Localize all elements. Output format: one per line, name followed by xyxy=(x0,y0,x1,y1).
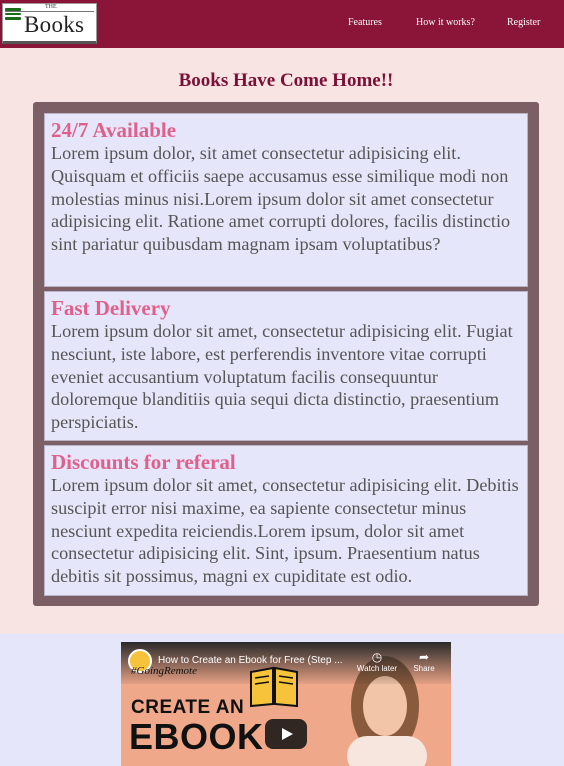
share-button[interactable]: ➦ Share xyxy=(407,650,441,673)
logo-small-text: THE xyxy=(45,4,57,10)
feature-card: Discounts for referal Lorem ipsum dolor … xyxy=(44,445,528,596)
nav-link-register[interactable]: Register xyxy=(507,17,540,28)
navbar: THE Books Features How it works? Registe… xyxy=(0,0,564,48)
feature-card: Fast Delivery Lorem ipsum dolor sit amet… xyxy=(44,291,528,441)
share-label: Share xyxy=(413,664,435,673)
video-channel-name: #GoingRemote xyxy=(131,665,197,677)
features-panel: 24/7 Available Lorem ipsum dolor, sit am… xyxy=(33,102,539,606)
feature-card: 24/7 Available Lorem ipsum dolor, sit am… xyxy=(44,113,528,287)
feature-title: Fast Delivery xyxy=(51,296,171,320)
share-icon: ➦ xyxy=(418,650,430,664)
watch-later-label: Watch later xyxy=(356,664,398,673)
feature-text: Lorem ipsum dolor sit amet, consectetur … xyxy=(51,475,519,587)
book-icon xyxy=(250,666,298,708)
logo-main-text: Books xyxy=(24,12,85,37)
video-embed[interactable]: How to Create an Ebook for Free (Step ..… xyxy=(121,642,451,766)
video-thumbnail-line2: EBOOK xyxy=(129,716,264,757)
feature-title: Discounts for referal xyxy=(51,450,236,474)
feature-title: 24/7 Available xyxy=(51,118,177,142)
clock-icon: ◷ xyxy=(371,650,383,664)
feature-text: Lorem ipsum dolor sit amet, consectetur … xyxy=(51,321,513,433)
watch-later-button[interactable]: ◷ Watch later xyxy=(355,650,399,673)
nav-link-how-it-works[interactable]: How it works? xyxy=(416,17,475,28)
feature-text: Lorem ipsum dolor, sit amet consectetur … xyxy=(51,143,511,255)
nav-link-features[interactable]: Features xyxy=(348,17,382,28)
hero-title: Books Have Come Home!! xyxy=(178,70,394,91)
play-button[interactable] xyxy=(265,719,307,749)
hamburger-menu-icon[interactable] xyxy=(5,8,21,20)
